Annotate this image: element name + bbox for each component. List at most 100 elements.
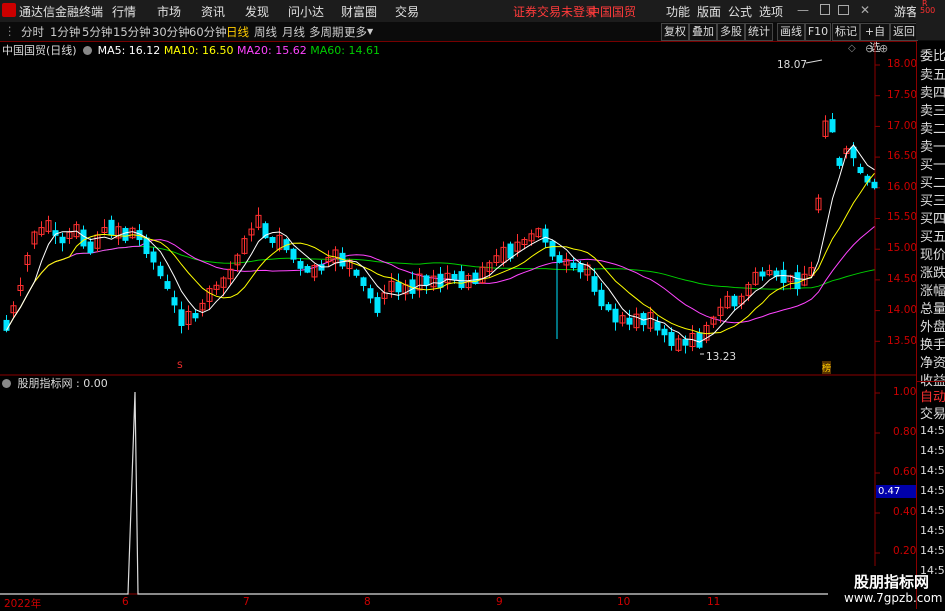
zoom-out-icon[interactable]: ⊖: [865, 42, 874, 55]
period-15min[interactable]: 15分钟: [113, 24, 151, 40]
order-book[interactable]: 委比 卖五 卖四 卖三 卖二 卖一 买一 买二 买三 买四 买五 现价 涨跌 涨…: [917, 41, 945, 389]
buy5-label: 买五: [920, 230, 945, 245]
multi-stock-button[interactable]: 多股: [717, 23, 745, 41]
candle-body: [157, 265, 164, 277]
menu-jiaoyi[interactable]: 交易: [395, 3, 419, 20]
sub-legend-toggle-icon[interactable]: [2, 379, 11, 388]
candle-body: [122, 227, 129, 241]
trade-label[interactable]: 交易: [920, 403, 945, 422]
indicator-name: 股朋指标网: [17, 377, 73, 390]
high-marker-line: [805, 59, 823, 64]
weibi-label: 委比: [920, 49, 945, 64]
close-icon[interactable]: ✕: [860, 3, 870, 17]
period-week[interactable]: 周线: [254, 24, 277, 40]
candle-body: [374, 297, 381, 313]
draw-line-button[interactable]: 画线: [777, 23, 805, 41]
buy2-label: 买二: [920, 176, 945, 191]
period-more[interactable]: 更多: [344, 24, 367, 40]
menu-xuanxiang[interactable]: 选项: [759, 3, 783, 20]
candle-body: [297, 261, 304, 269]
price-tick: 18.00: [887, 58, 918, 70]
menu-gongneng[interactable]: 功能: [666, 3, 690, 20]
chart-title: 中国国贸(日线): [2, 44, 77, 57]
candle-body: [150, 251, 157, 263]
menu-zixun[interactable]: 资讯: [201, 3, 225, 20]
tick-time: 14:56: [920, 484, 945, 497]
menu-hangqing[interactable]: 行情: [112, 3, 136, 20]
f10-button[interactable]: F10: [805, 23, 831, 41]
fuquan-button[interactable]: 复权: [661, 23, 689, 41]
period-multi[interactable]: 多周期: [309, 24, 344, 40]
buy4-label: 买四: [920, 212, 945, 227]
period-fenshi[interactable]: 分时: [21, 24, 44, 40]
tick-time: 14:56: [920, 504, 945, 517]
price-label: 现价: [920, 248, 945, 263]
stock-name: 中国国贸: [588, 5, 637, 19]
menu-wenxiaoda[interactable]: 问小达: [288, 3, 324, 20]
candle-body: [171, 297, 178, 306]
sell4-label: 卖四: [920, 86, 945, 101]
indicator-value: : 0.00: [76, 377, 108, 390]
period-30min[interactable]: 30分钟: [152, 24, 190, 40]
legend-toggle-icon[interactable]: [83, 46, 93, 55]
date-tick: 8: [364, 596, 371, 608]
sub-legend: 股朋指标网 : 0.00: [2, 375, 108, 391]
candle-body: [192, 313, 199, 319]
mark-button[interactable]: 标记: [832, 23, 860, 41]
period-month[interactable]: 月线: [282, 24, 305, 40]
menu-faxian[interactable]: 发现: [245, 3, 269, 20]
kline-chart[interactable]: [0, 41, 916, 609]
candle-body: [591, 276, 598, 292]
price-tick: 16.00: [887, 181, 918, 193]
s-marker: S: [177, 361, 183, 371]
tick-time: 14:56: [920, 424, 945, 437]
indicator-current-value: 0.47: [876, 485, 918, 498]
candle-body: [598, 289, 605, 307]
candle-body: [367, 288, 374, 299]
candle-body: [164, 281, 171, 289]
candle-body: [80, 229, 87, 247]
candle-body: [682, 338, 689, 346]
price-tick: 14.00: [887, 304, 918, 316]
period-day[interactable]: 日线: [226, 24, 249, 40]
period-5min[interactable]: 5分钟: [82, 24, 112, 40]
candle-body: [871, 181, 878, 189]
maximize-icon[interactable]: [820, 4, 830, 15]
menu-shichang[interactable]: 市场: [157, 3, 181, 20]
more-dropdown-icon[interactable]: ▼: [367, 27, 373, 36]
candle-body: [304, 266, 311, 273]
app-logo-icon: [2, 3, 16, 17]
candlestick-series: [3, 59, 878, 355]
watermark-title: 股朋指标网: [854, 573, 930, 591]
ma5-label: MA5: 16.12: [97, 44, 161, 57]
period-60min[interactable]: 60分钟: [189, 24, 227, 40]
back-button[interactable]: 返回: [890, 23, 918, 41]
stats-button[interactable]: 统计: [745, 23, 773, 41]
menu-caifuquan[interactable]: 财富圈: [341, 3, 377, 20]
candle-body: [577, 263, 584, 273]
menu-gongshi[interactable]: 公式: [728, 3, 752, 20]
restore-icon[interactable]: [838, 5, 849, 15]
b-marker: 榜: [822, 361, 832, 374]
candle-body: [668, 332, 675, 346]
candle-body: [353, 269, 360, 276]
date-tick: 9: [496, 596, 503, 608]
price-tick: 17.00: [887, 120, 918, 132]
zoom-in-icon[interactable]: ⊕: [879, 42, 888, 55]
minimize-icon[interactable]: —: [797, 3, 809, 17]
menu-banmian[interactable]: 版面: [697, 3, 721, 20]
overlay-button[interactable]: 叠加: [689, 23, 717, 41]
add-favorite-button[interactable]: +自选: [860, 23, 890, 54]
guest-label[interactable]: 游客: [894, 3, 918, 20]
diamond-icon[interactable]: ◇: [848, 43, 856, 54]
low-price-label: 13.23: [706, 351, 737, 363]
candle-body: [605, 304, 612, 311]
change-label: 涨跌: [920, 266, 945, 281]
candle-body: [780, 269, 787, 283]
price-tick: 15.00: [887, 242, 918, 254]
outer-label: 外盘: [920, 320, 945, 335]
indicator-series: [0, 391, 875, 595]
period-1min[interactable]: 1分钟: [50, 24, 80, 40]
login-status[interactable]: 证券交易未登录: [513, 3, 597, 20]
candle-body: [458, 271, 465, 289]
